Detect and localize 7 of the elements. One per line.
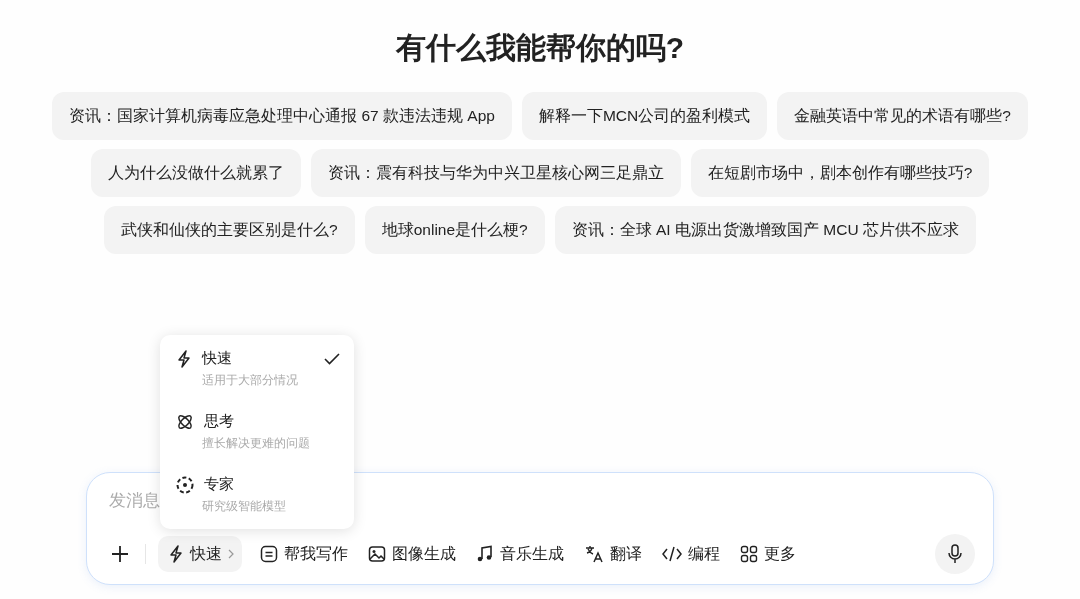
menu-item-description: 适用于大部分情况 xyxy=(201,372,299,389)
page-heading: 有什么我能帮你的吗? xyxy=(395,30,685,66)
menu-item-description: 研究级智能模型 xyxy=(201,498,287,515)
menu-item-title: 思考 xyxy=(204,412,234,431)
menu-item-description: 擅长解决更难的问题 xyxy=(201,435,311,452)
menu-item-title: 专家 xyxy=(204,475,234,494)
menu-item-title: 快速 xyxy=(202,349,232,368)
